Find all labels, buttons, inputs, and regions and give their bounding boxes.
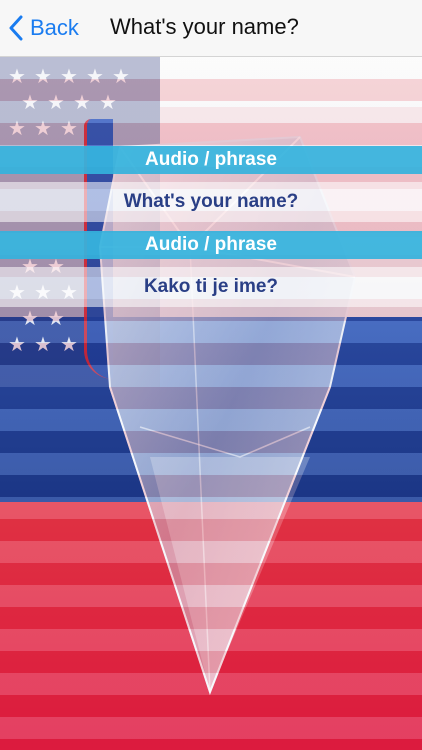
navigation-bar: Back What's your name?: [0, 0, 422, 57]
back-button[interactable]: Back: [8, 10, 79, 46]
chevron-left-icon: [9, 15, 23, 41]
back-button-label: Back: [30, 15, 79, 40]
audio-phrase-button-slovenian[interactable]: Audio / phrase: [0, 231, 422, 259]
phrase-text-slovenian: Kako ti je ime?: [0, 267, 422, 307]
phrase-text-english: What's your name?: [0, 182, 422, 222]
page-title: What's your name?: [110, 14, 299, 39]
audio-phrase-button-english[interactable]: Audio / phrase: [0, 146, 422, 174]
